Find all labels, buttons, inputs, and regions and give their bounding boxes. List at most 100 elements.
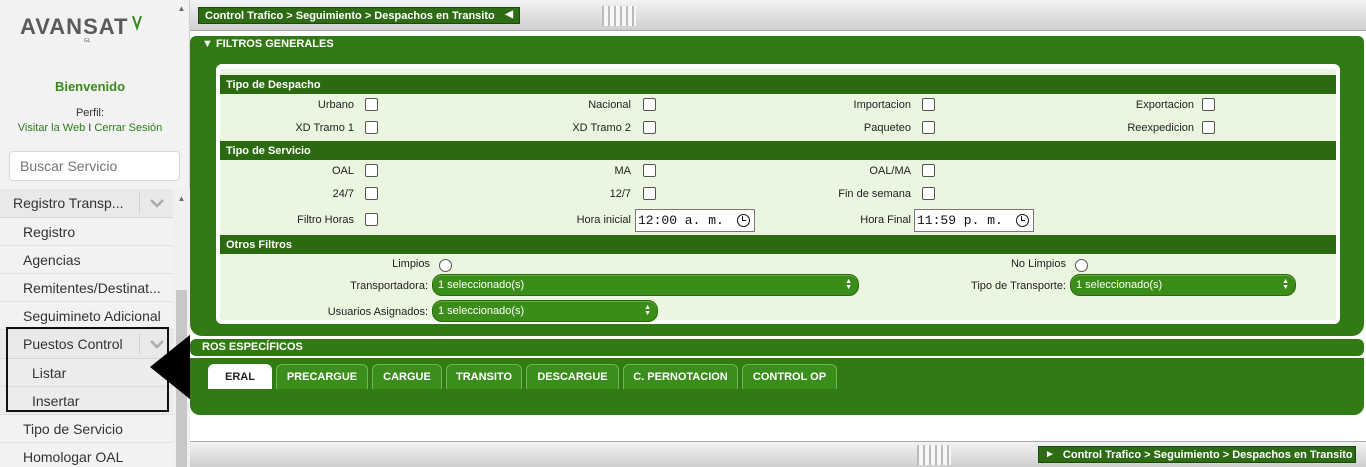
usuarios-asignados-select[interactable]: 1 seleccionado(s) ▲ ▼ — [432, 300, 658, 322]
transportadora-value: 1 seleccionado(s) — [438, 279, 525, 291]
svg-text:GL: GL — [84, 38, 91, 44]
filtros-generales-header[interactable]: ▼ FILTROS GENERALES — [202, 38, 334, 50]
perfil-label: Perfil: — [75, 107, 105, 119]
avansat-logo-image: AVANSAT GL — [20, 14, 142, 44]
triangle-down-icon: ▼ — [202, 38, 213, 50]
filtros-panel: Tipo de Despacho Urbano Nacional Importa… — [220, 69, 1336, 322]
hora-inicial-input[interactable]: 12:00 a. m. — [635, 209, 755, 232]
breadcrumb-text: Control Trafico > Seguimiento > Despacho… — [205, 9, 495, 22]
ma-label: MA — [614, 165, 632, 177]
limpios-label: Limpios — [392, 258, 430, 270]
bottom-breadcrumb-text: Control Trafico > Seguimiento > Despacho… — [1062, 448, 1353, 461]
bottom-breadcrumb: ► Control Trafico > Seguimiento > Despac… — [1038, 446, 1356, 463]
limpios-radio[interactable] — [439, 259, 452, 272]
hora-final-label: Hora Final — [860, 214, 911, 226]
importacion-checkbox[interactable] — [922, 98, 935, 111]
frame-resize-handle[interactable] — [602, 6, 636, 26]
tab-c-pernotacion[interactable]: C. PERNOTACION — [623, 364, 738, 389]
24-7-label: 24/7 — [332, 188, 354, 200]
fin-de-semana-checkbox[interactable] — [922, 187, 935, 200]
hora-final-value: 11:59 p. m. — [917, 213, 1003, 228]
12-7-label: 12/7 — [609, 188, 631, 200]
menu-group-registro-transp[interactable]: Registro Transp... — [0, 189, 173, 218]
xd-tramo-2-label: XD Tramo 2 — [572, 122, 631, 134]
hora-inicial-label: Hora inicial — [576, 214, 631, 226]
tab-transito[interactable]: TRANSITO — [446, 364, 522, 389]
welcome-text: Bienvenido — [54, 79, 126, 94]
scroll-up-arrow-icon[interactable]: ▲ — [176, 194, 187, 204]
menu-group-label: Registro Transp... — [13, 195, 124, 211]
nacional-label: Nacional — [588, 99, 631, 111]
tipo-servicio-header: Tipo de Servicio — [220, 141, 1336, 160]
cerrar-sesion-link[interactable]: Cerrar Sesión — [94, 122, 162, 134]
updown-arrow-icon: ▲ ▼ — [845, 278, 852, 291]
hora-inicial-value: 12:00 a. m. — [638, 213, 724, 228]
menu-item-tipo-servicio[interactable]: Tipo de Servicio — [0, 415, 173, 443]
link-separator: I — [88, 122, 92, 134]
24-7-checkbox[interactable] — [365, 187, 378, 200]
filtros-especificos-tabs: ERAL PRECARGUE CARGUE TRANSITO DESCARGUE… — [190, 358, 1364, 415]
filtros-especificos-title: ROS ESPECÍFICOS — [202, 341, 303, 353]
importacion-label: Importacion — [853, 99, 911, 111]
clock-icon[interactable] — [1016, 214, 1029, 227]
xd-tramo-1-checkbox[interactable] — [365, 121, 378, 134]
transportadora-select[interactable]: 1 seleccionado(s) ▲ ▼ — [432, 274, 859, 296]
xd-tramo-2-checkbox[interactable] — [643, 121, 656, 134]
search-service-input[interactable] — [9, 151, 180, 181]
no-limpios-radio[interactable] — [1075, 259, 1088, 272]
oal-ma-label: OAL/MA — [869, 165, 911, 177]
oal-checkbox[interactable] — [365, 164, 378, 177]
oal-label: OAL — [331, 165, 354, 177]
filtros-generales-panel: ▼ FILTROS GENERALES Tipo de Despacho Urb… — [190, 36, 1364, 336]
web-links: Visitar la Web I Cerrar Sesión — [0, 122, 180, 134]
tab-general[interactable]: ERAL — [208, 364, 272, 389]
frame-resize-handle[interactable] — [917, 445, 951, 465]
tab-control-op[interactable]: CONTROL OP — [742, 364, 837, 389]
filtros-especificos-header[interactable]: ROS ESPECÍFICOS — [190, 339, 1364, 356]
highlight-box — [6, 327, 169, 412]
visitar-web-link[interactable]: Visitar la Web — [18, 122, 85, 134]
transportadora-label: Transportadora: — [350, 280, 428, 292]
nacional-checkbox[interactable] — [643, 98, 656, 111]
reexpedicion-label: Reexpedicion — [1127, 122, 1194, 134]
svg-text:AVANSAT: AVANSAT — [20, 14, 128, 39]
tipo-transporte-select[interactable]: 1 seleccionado(s) ▲ ▼ — [1070, 274, 1296, 296]
exportacion-checkbox[interactable] — [1202, 98, 1215, 111]
exportacion-label: Exportacion — [1135, 99, 1194, 111]
ma-checkbox[interactable] — [643, 164, 656, 177]
filtros-generales-title: FILTROS GENERALES — [215, 38, 334, 50]
filtro-horas-checkbox[interactable] — [365, 213, 378, 226]
paqueteo-checkbox[interactable] — [922, 121, 935, 134]
12-7-checkbox[interactable] — [643, 187, 656, 200]
tab-cargue[interactable]: CARGUE — [372, 364, 442, 389]
bottom-frame-bar: ► Control Trafico > Seguimiento > Despac… — [190, 441, 1366, 467]
xd-tramo-1-label: XD Tramo 1 — [295, 122, 354, 134]
usuarios-asignados-value: 1 seleccionado(s) — [438, 305, 525, 317]
urbano-label: Urbano — [317, 99, 354, 111]
menu-item-remitentes[interactable]: Remitentes/Destinat... — [0, 274, 173, 302]
reexpedicion-checkbox[interactable] — [1202, 121, 1215, 134]
expand-right-icon[interactable]: ► — [1045, 449, 1055, 460]
updown-arrow-icon: ▲ ▼ — [644, 304, 651, 317]
fin-de-semana-label: Fin de semana — [838, 188, 911, 200]
updown-arrow-icon: ▲ ▼ — [1282, 278, 1289, 291]
menu-item-homologar-oal[interactable]: Homologar OAL — [0, 443, 173, 467]
clock-icon[interactable] — [737, 214, 750, 227]
hora-final-input[interactable]: 11:59 p. m. — [914, 209, 1034, 232]
menu-item-registro[interactable]: Registro — [0, 218, 173, 246]
tab-descargue[interactable]: DESCARGUE — [526, 364, 619, 389]
usuarios-asignados-label: Usuarios Asignados: — [327, 306, 428, 318]
scroll-up-arrow-icon[interactable]: ▲ — [176, 4, 187, 14]
chevron-down-icon[interactable] — [139, 192, 173, 214]
tipo-transporte-label: Tipo de Transporte: — [971, 280, 1066, 292]
breadcrumb: Control Trafico > Seguimiento > Despacho… — [198, 7, 520, 24]
menu-item-agencias[interactable]: Agencias — [0, 246, 173, 274]
tab-precargue[interactable]: PRECARGUE — [276, 364, 368, 389]
paqueteo-label: Paqueteo — [863, 122, 911, 134]
no-limpios-label: No Limpios — [1010, 258, 1066, 270]
urbano-checkbox[interactable] — [365, 98, 378, 111]
filtro-horas-label: Filtro Horas — [297, 214, 354, 226]
filtros-generales-body: Tipo de Despacho Urbano Nacional Importa… — [216, 64, 1340, 324]
collapse-left-icon[interactable]: ◀ — [505, 9, 513, 20]
oal-ma-checkbox[interactable] — [922, 164, 935, 177]
